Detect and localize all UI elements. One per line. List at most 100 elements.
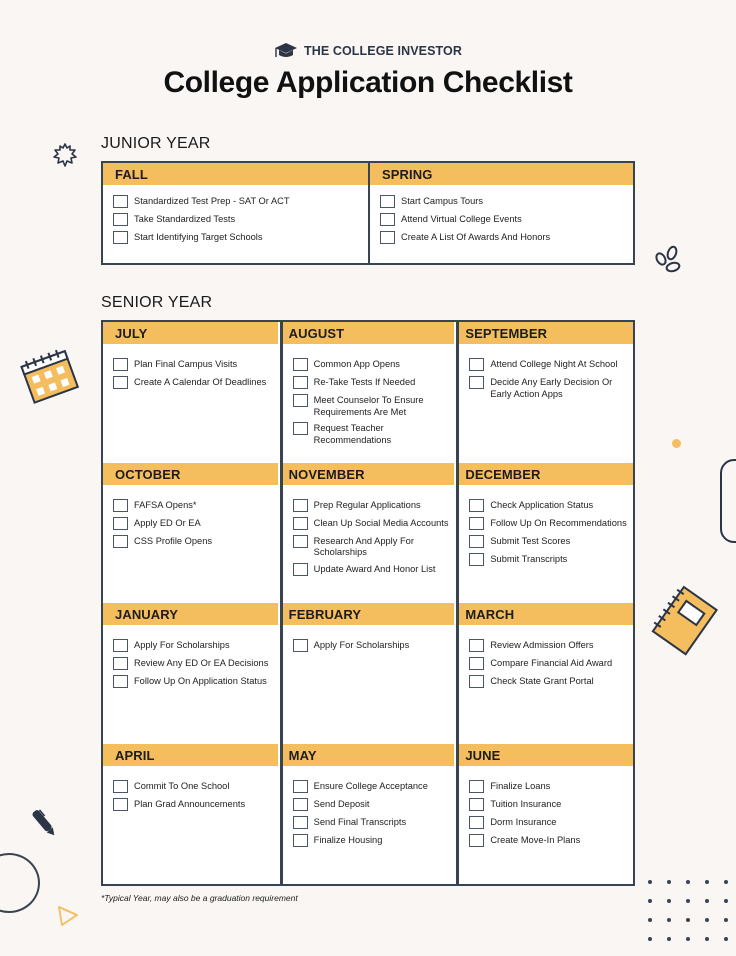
checkbox[interactable] xyxy=(113,779,128,793)
checklist-item[interactable]: Clean Up Social Media Accounts xyxy=(292,516,457,531)
checklist-item[interactable]: Research And Apply For Scholarships xyxy=(292,534,457,559)
checkbox[interactable] xyxy=(469,534,485,548)
month-cell-june: JUNE Finalize Loans Tuition Insurance Dorm … xyxy=(456,743,633,884)
checklist-item[interactable]: Prep Regular Applications xyxy=(292,498,457,513)
checklist-item[interactable]: Finalize Loans xyxy=(469,779,633,794)
checklist-item-label: Clean Up Social Media Accounts xyxy=(313,517,449,528)
checklist-item[interactable]: Tuition Insurance xyxy=(469,797,633,812)
checkbox[interactable] xyxy=(469,376,485,389)
checkbox[interactable] xyxy=(292,779,308,793)
checkbox[interactable] xyxy=(469,833,485,847)
checkbox[interactable] xyxy=(113,376,128,389)
checklist-item[interactable]: Plan Grad Announcements xyxy=(113,797,280,812)
checklist-item[interactable]: Re-Take Tests If Needed xyxy=(292,376,457,390)
checkbox[interactable] xyxy=(292,534,308,548)
checkbox[interactable] xyxy=(113,534,128,548)
checkbox[interactable] xyxy=(292,422,308,435)
checkbox[interactable] xyxy=(469,552,485,566)
checkbox[interactable] xyxy=(292,833,308,847)
checkbox[interactable] xyxy=(113,358,128,371)
checklist-item[interactable]: CSS Profile Opens xyxy=(113,534,280,549)
dot xyxy=(667,937,671,941)
checkbox[interactable] xyxy=(469,779,485,793)
checklist-item[interactable]: Request Teacher Recommendations xyxy=(292,422,457,446)
checkbox[interactable] xyxy=(469,675,485,688)
checklist-item[interactable]: Follow Up On Recommendations xyxy=(469,516,633,531)
checkbox[interactable] xyxy=(113,195,128,208)
checkbox[interactable] xyxy=(292,394,308,407)
checkbox[interactable] xyxy=(469,358,485,371)
checkbox[interactable] xyxy=(292,376,308,389)
checklist-item[interactable]: Start Campus Tours xyxy=(380,195,633,209)
checklist-item[interactable]: Start Identifying Target Schools xyxy=(113,231,368,245)
checkbox[interactable] xyxy=(292,797,308,811)
checklist-item[interactable]: Review Any ED Or EA Decisions xyxy=(113,657,280,671)
checklist-item[interactable]: Check State Grant Portal xyxy=(469,675,633,689)
cell-header: DECEMBER xyxy=(459,462,633,485)
dot xyxy=(705,918,709,922)
checklist-item-label: Meet Counselor To Ensure Requirements Ar… xyxy=(313,395,424,417)
checkbox[interactable] xyxy=(469,639,485,652)
checklist-item[interactable]: Plan Final Campus Visits xyxy=(113,358,280,372)
checklist-item[interactable]: Meet Counselor To Ensure Requirements Ar… xyxy=(292,394,457,418)
checklist-item[interactable]: Attend Virtual College Events xyxy=(380,213,633,227)
checkbox[interactable] xyxy=(292,516,308,530)
checklist-item[interactable]: Send Deposit xyxy=(292,797,457,812)
checkbox[interactable] xyxy=(113,213,128,226)
checklist-item[interactable]: Apply For Scholarships xyxy=(292,639,457,653)
checkbox[interactable] xyxy=(469,657,485,670)
checkbox[interactable] xyxy=(113,639,128,652)
checkbox[interactable] xyxy=(469,797,485,811)
checkbox[interactable] xyxy=(113,797,128,811)
checkbox[interactable] xyxy=(292,498,308,512)
checklist-item[interactable]: Create Move-In Plans xyxy=(469,833,633,848)
checkbox[interactable] xyxy=(469,815,485,829)
checklist-item[interactable]: Attend College Night At School xyxy=(469,358,633,372)
checkbox[interactable] xyxy=(113,657,128,670)
checklist-item[interactable]: Dorm Insurance xyxy=(469,815,633,830)
cell-header: JANUARY xyxy=(103,603,280,625)
checklist-item[interactable]: Check Application Status xyxy=(469,498,633,513)
checklist-item[interactable]: Finalize Housing xyxy=(292,833,457,848)
checklist-item[interactable]: Commit To One School xyxy=(113,779,280,794)
checklist-item[interactable]: Compare Financial Aid Award xyxy=(469,657,633,671)
checkbox[interactable] xyxy=(292,815,308,829)
checklist-item[interactable]: Submit Test Scores xyxy=(469,534,633,549)
checkbox[interactable] xyxy=(113,516,128,530)
dot xyxy=(724,899,728,903)
cell-header: JUNE xyxy=(459,743,633,766)
circle-decoration xyxy=(0,853,40,913)
checklist-item[interactable]: FAFSA Opens* xyxy=(113,498,280,513)
checkbox[interactable] xyxy=(380,231,395,244)
checklist-item[interactable]: Send Final Transcripts xyxy=(292,815,457,830)
checkbox[interactable] xyxy=(113,675,128,688)
checklist-item[interactable]: Apply ED Or EA xyxy=(113,516,280,531)
checklist-item[interactable]: Common App Opens xyxy=(292,358,457,372)
checklist-item[interactable]: Follow Up On Application Status xyxy=(113,675,280,689)
checklist-item[interactable]: Apply For Scholarships xyxy=(113,639,280,653)
month-cell-april: APRIL Commit To One School Plan Grad Annou… xyxy=(103,743,280,884)
checkbox[interactable] xyxy=(113,231,128,244)
checklist-item[interactable]: Review Admission Offers xyxy=(469,639,633,653)
checkbox[interactable] xyxy=(292,562,308,576)
checklist: Attend College Night At School Decide Any… xyxy=(459,344,633,400)
checkbox[interactable] xyxy=(292,358,308,371)
checklist-item[interactable]: Ensure College Acceptance xyxy=(292,779,457,794)
checkbox[interactable] xyxy=(469,498,485,512)
checklist-item[interactable]: Standardized Test Prep - SAT Or ACT xyxy=(113,195,368,209)
checklist-item-label: Compare Financial Aid Award xyxy=(490,658,613,668)
checklist-item[interactable]: Update Award And Honor List xyxy=(292,562,457,577)
checkbox[interactable] xyxy=(469,516,485,530)
checkbox[interactable] xyxy=(113,498,128,512)
accent-dot xyxy=(672,439,681,448)
cell-header: NOVEMBER xyxy=(282,462,457,485)
month-cell-may: MAY Ensure College Acceptance Send Deposit… xyxy=(279,743,457,884)
checklist-item[interactable]: Submit Transcripts xyxy=(469,552,633,567)
checkbox[interactable] xyxy=(380,213,395,226)
checkbox[interactable] xyxy=(380,195,395,208)
checklist-item[interactable]: Create A Calendar Of Deadlines xyxy=(113,376,280,390)
checkbox[interactable] xyxy=(292,639,308,652)
checklist-item[interactable]: Take Standardized Tests xyxy=(113,213,368,227)
checklist-item[interactable]: Create A List Of Awards And Honors xyxy=(380,231,633,245)
checklist-item[interactable]: Decide Any Early Decision Or Early Actio… xyxy=(469,376,633,400)
